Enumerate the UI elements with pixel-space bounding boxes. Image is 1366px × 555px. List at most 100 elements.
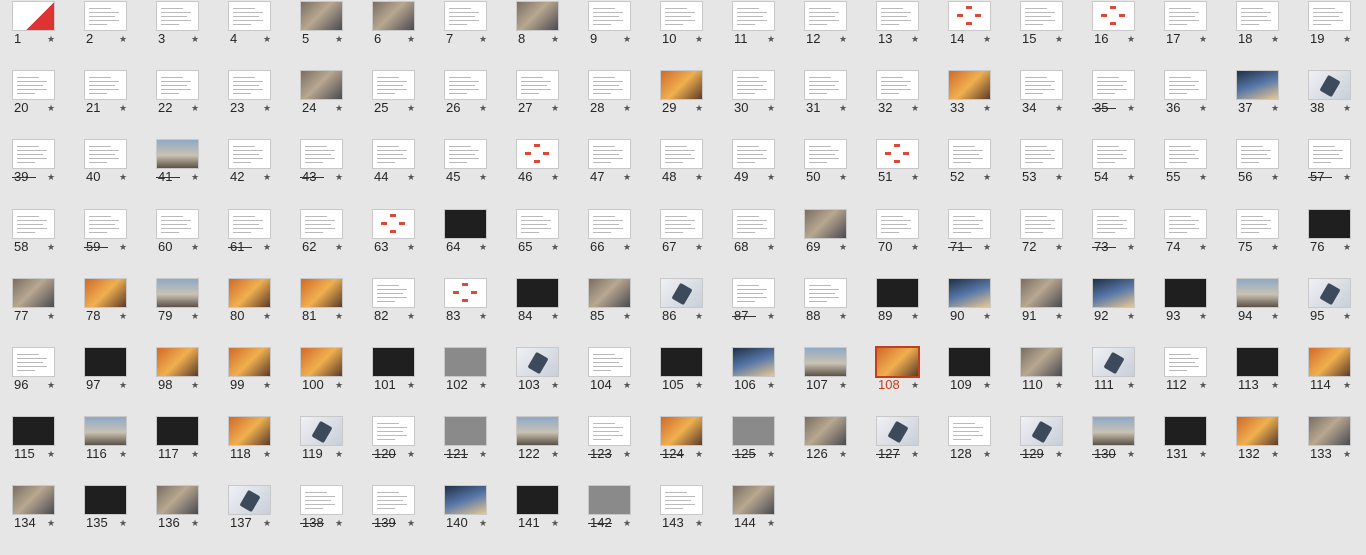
slide-preview[interactable] (373, 417, 414, 446)
slide-thumbnail-139[interactable]: 139 ★ (360, 486, 432, 555)
slide-preview[interactable] (805, 417, 846, 446)
slide-preview[interactable] (805, 140, 846, 169)
slide-preview[interactable] (157, 278, 198, 307)
slide-thumbnail-17[interactable]: 17 ★ (1152, 2, 1224, 71)
slide-preview[interactable] (805, 71, 846, 100)
slide-preview[interactable] (1165, 417, 1206, 446)
slide-thumbnail-44[interactable]: 44 ★ (360, 140, 432, 209)
slide-thumbnail-111[interactable]: 111 ★ (1080, 348, 1152, 417)
slide-thumbnail-29[interactable]: 29 ★ (648, 71, 720, 140)
slide-thumbnail-96[interactable]: 96 ★ (0, 348, 72, 417)
slide-thumbnail-38[interactable]: 38 ★ (1296, 71, 1366, 140)
slide-thumbnail-25[interactable]: 25 ★ (360, 71, 432, 140)
slide-preview[interactable] (1309, 209, 1350, 238)
slide-thumbnail-37[interactable]: 37 ★ (1224, 71, 1296, 140)
slide-thumbnail-85[interactable]: 85 ★ (576, 278, 648, 348)
slide-preview[interactable] (733, 486, 774, 515)
slide-preview[interactable] (589, 2, 630, 30)
slide-preview[interactable] (1165, 71, 1206, 100)
slide-preview[interactable] (517, 71, 558, 100)
slide-thumbnail-71[interactable]: 71 ★ (936, 209, 1008, 279)
slide-preview[interactable] (1237, 2, 1278, 30)
slide-preview[interactable] (1021, 278, 1062, 307)
slide-thumbnail-46[interactable]: 46 ★ (504, 140, 576, 209)
slide-preview[interactable] (949, 209, 990, 238)
slide-preview[interactable] (1309, 278, 1350, 307)
slide-preview[interactable] (13, 278, 54, 307)
slide-thumbnail-19[interactable]: 19 ★ (1296, 2, 1366, 71)
slide-thumbnail-74[interactable]: 74 ★ (1152, 209, 1224, 279)
slide-thumbnail-143[interactable]: 143 ★ (648, 486, 720, 555)
slide-thumbnail-68[interactable]: 68 ★ (720, 209, 792, 279)
slide-thumbnail-118[interactable]: 118 ★ (216, 417, 288, 486)
slide-preview[interactable] (661, 209, 702, 238)
slide-thumbnail-131[interactable]: 131 ★ (1152, 417, 1224, 486)
slide-preview[interactable] (373, 278, 414, 307)
slide-preview[interactable] (733, 209, 774, 238)
slide-preview[interactable] (517, 209, 558, 238)
slide-preview[interactable] (877, 140, 918, 169)
slide-thumbnail-51[interactable]: 51 ★ (864, 140, 936, 209)
slide-thumbnail-72[interactable]: 72 ★ (1008, 209, 1080, 279)
slide-thumbnail-93[interactable]: 93 ★ (1152, 278, 1224, 348)
slide-thumbnail-1[interactable]: 1 ★ (0, 2, 72, 71)
slide-thumbnail-41[interactable]: 41 ★ (144, 140, 216, 209)
slide-preview[interactable] (13, 209, 54, 238)
slide-preview[interactable] (589, 209, 630, 238)
slide-preview[interactable] (949, 71, 990, 100)
slide-preview[interactable] (1093, 140, 1134, 169)
slide-preview[interactable] (301, 209, 342, 238)
slide-preview[interactable] (805, 209, 846, 238)
slide-preview[interactable] (661, 486, 702, 515)
slide-preview[interactable] (445, 2, 486, 30)
slide-preview[interactable] (229, 209, 270, 238)
slide-preview[interactable] (157, 209, 198, 238)
slide-thumbnail-15[interactable]: 15 ★ (1008, 2, 1080, 71)
slide-preview[interactable] (805, 348, 846, 376)
slide-preview[interactable] (229, 140, 270, 169)
slide-thumbnail-59[interactable]: 59 ★ (72, 209, 144, 279)
slide-preview[interactable] (877, 209, 918, 238)
slide-preview[interactable] (13, 71, 54, 100)
slide-thumbnail-58[interactable]: 58 ★ (0, 209, 72, 279)
slide-thumbnail-9[interactable]: 9 ★ (576, 2, 648, 71)
slide-preview[interactable] (733, 71, 774, 100)
slide-thumbnail-95[interactable]: 95 ★ (1296, 278, 1366, 348)
slide-preview[interactable] (13, 348, 54, 376)
slide-preview[interactable] (517, 140, 558, 169)
slide-thumbnail-103[interactable]: 103 ★ (504, 348, 576, 417)
slide-preview[interactable] (877, 417, 918, 446)
slide-preview[interactable] (445, 348, 486, 376)
slide-preview[interactable] (301, 486, 342, 515)
slide-preview[interactable] (229, 348, 270, 376)
slide-thumbnail-101[interactable]: 101 ★ (360, 348, 432, 417)
slide-preview[interactable] (229, 2, 270, 30)
slide-preview[interactable] (301, 71, 342, 100)
slide-preview[interactable] (13, 417, 54, 446)
slide-thumbnail-10[interactable]: 10 ★ (648, 2, 720, 71)
slide-thumbnail-42[interactable]: 42 ★ (216, 140, 288, 209)
slide-preview[interactable] (733, 348, 774, 376)
slide-thumbnail-52[interactable]: 52 ★ (936, 140, 1008, 209)
slide-thumbnail-127[interactable]: 127 ★ (864, 417, 936, 486)
slide-thumbnail-89[interactable]: 89 ★ (864, 278, 936, 348)
slide-thumbnail-45[interactable]: 45 ★ (432, 140, 504, 209)
slide-thumbnail-27[interactable]: 27 ★ (504, 71, 576, 140)
slide-preview[interactable] (85, 278, 126, 307)
slide-preview[interactable] (949, 417, 990, 446)
slide-preview[interactable] (661, 71, 702, 100)
slide-preview[interactable] (661, 348, 702, 376)
slide-preview[interactable] (1165, 209, 1206, 238)
slide-thumbnail-14[interactable]: 14 ★ (936, 2, 1008, 71)
slide-preview[interactable] (1165, 2, 1206, 30)
slide-thumbnail-3[interactable]: 3 ★ (144, 2, 216, 71)
slide-preview[interactable] (1165, 140, 1206, 169)
slide-preview[interactable] (373, 209, 414, 238)
slide-preview[interactable] (445, 417, 486, 446)
slide-preview[interactable] (1093, 278, 1134, 307)
slide-preview[interactable] (373, 2, 414, 30)
slide-preview[interactable] (85, 71, 126, 100)
slide-thumbnail-48[interactable]: 48 ★ (648, 140, 720, 209)
slide-preview[interactable] (733, 2, 774, 30)
slide-thumbnail-47[interactable]: 47 ★ (576, 140, 648, 209)
